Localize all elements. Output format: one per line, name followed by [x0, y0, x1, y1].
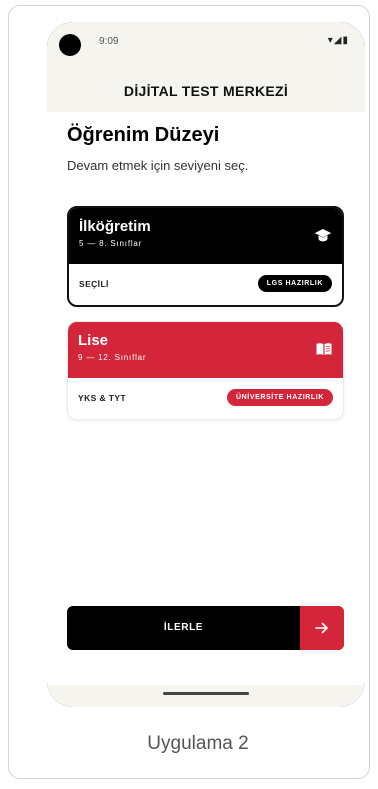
main-content: Öğrenim Düzeyi Devam etmek için seviyeni… [47, 112, 365, 692]
level-badge: LGS HAZIRLIK [257, 275, 332, 292]
level-card-lise[interactable]: Lise 9 — 12. Sınıflar YKS & TYT ÜNİVERSİ… [67, 321, 344, 420]
level-exam-label: YKS & TYT [78, 393, 126, 403]
level-card-footer: YKS & TYT ÜNİVERSİTE HAZIRLIK [68, 378, 343, 419]
app-preview-card: 9:09 ▾◢▮ DİJİTAL TEST MERKEZİ Öğrenim Dü… [8, 5, 370, 779]
status-time: 9:09 [99, 36, 119, 47]
graduation-cap-icon [314, 229, 332, 242]
level-badge: ÜNİVERSİTE HAZIRLIK [226, 389, 333, 406]
level-range: 5 — 8. Sınıflar [79, 239, 143, 248]
status-bar: 9:09 ▾◢▮ [47, 22, 365, 70]
continue-label: İLERLE [163, 622, 204, 633]
battery-icon: ▮ [342, 35, 349, 46]
level-card-header: İlköğretim 5 — 8. Sınıflar [69, 208, 342, 264]
caption: Uygulama 2 [147, 733, 249, 754]
page-subtitle: Devam etmek için seviyeni seç. [67, 158, 249, 173]
page-title: Öğrenim Düzeyi [67, 124, 220, 146]
level-name: İlköğretim [79, 218, 151, 235]
phone-screen: 9:09 ▾◢▮ DİJİTAL TEST MERKEZİ Öğrenim Dü… [47, 22, 365, 707]
continue-button[interactable]: İLERLE [67, 606, 344, 650]
level-card-header: Lise 9 — 12. Sınıflar [68, 322, 343, 378]
arrow-right-icon [300, 606, 344, 650]
level-range: 9 — 12. Sınıflar [78, 353, 147, 362]
home-indicator[interactable] [163, 692, 249, 695]
level-card-ilkogretim[interactable]: İlköğretim 5 — 8. Sınıflar SEÇİLİ LGS HA… [67, 206, 344, 307]
app-header: DİJİTAL TEST MERKEZİ [47, 70, 365, 112]
level-name: Lise [78, 332, 109, 349]
navigation-bar [47, 685, 365, 707]
app-title: DİJİTAL TEST MERKEZİ [123, 83, 289, 99]
selected-label: SEÇİLİ [79, 279, 109, 289]
level-card-footer: SEÇİLİ LGS HAZIRLIK [69, 264, 342, 305]
camera-cutout [59, 34, 81, 56]
phone-frame: 9:09 ▾◢▮ DİJİTAL TEST MERKEZİ Öğrenim Dü… [47, 22, 365, 707]
book-icon [316, 343, 332, 355]
status-icons: ▾◢▮ [328, 35, 349, 46]
